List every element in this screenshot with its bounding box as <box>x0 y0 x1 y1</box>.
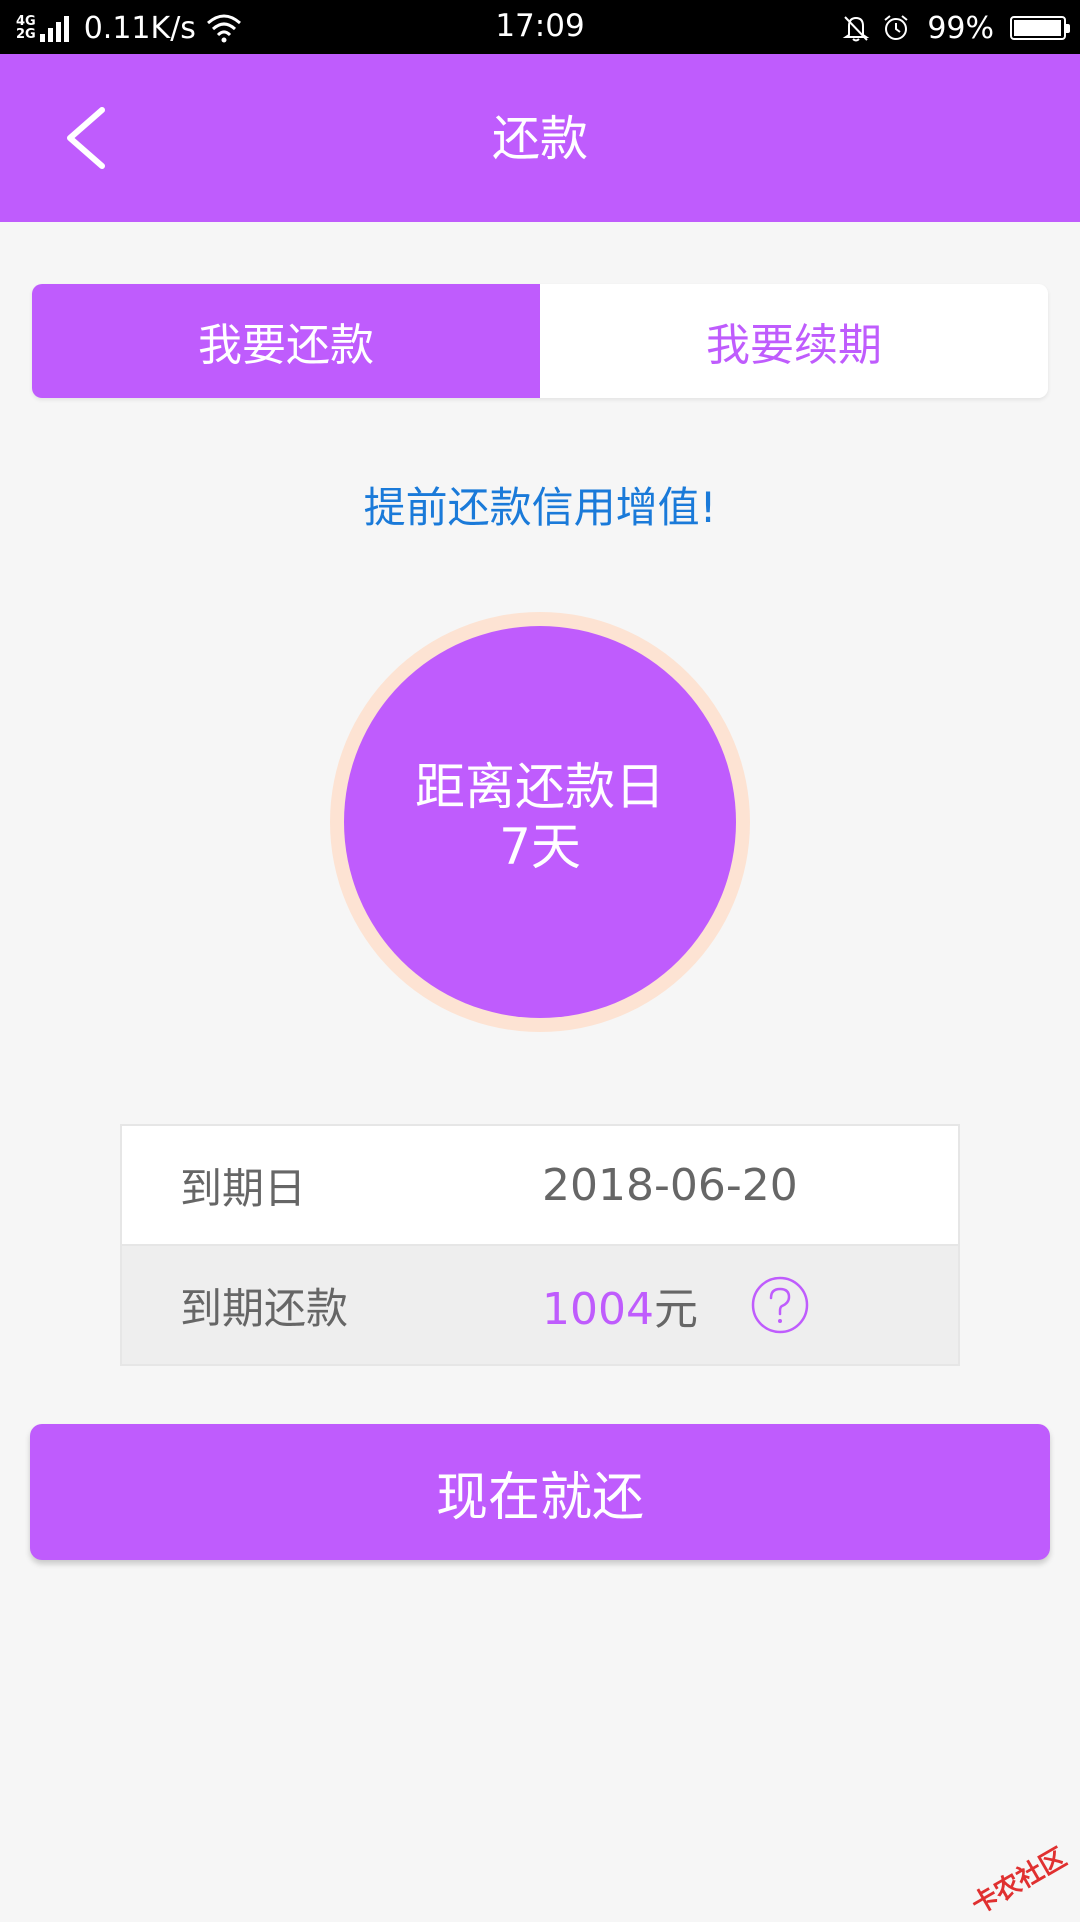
battery-icon <box>1010 16 1070 40</box>
due-date-row: 到期日 2018-06-20 <box>122 1126 958 1244</box>
page-title: 还款 <box>491 111 588 167</box>
battery-fill <box>1014 20 1062 36</box>
app-header: 还款 <box>0 54 1080 222</box>
countdown-circle: 距离还款日 7天 <box>330 612 750 1032</box>
amount-number: 1004 <box>542 1284 654 1335</box>
tab-repay[interactable]: 我要还款 <box>32 284 540 398</box>
amount-row: 到期还款 1004元 <box>122 1244 958 1364</box>
countdown-label: 距离还款日 <box>415 758 665 816</box>
battery-percent: 99% <box>927 10 994 46</box>
segment-tabs: 我要还款 我要续期 <box>32 284 1048 398</box>
amount-label: 到期还款 <box>180 1283 349 1333</box>
countdown-days: 7天 <box>499 818 581 876</box>
due-date-value: 2018-06-20 <box>542 1159 798 1211</box>
alarm-icon <box>884 15 908 40</box>
pay-now-button[interactable]: 现在就还 <box>30 1424 1050 1560</box>
status-right: 99% <box>841 8 1070 48</box>
repayment-details: 到期日 2018-06-20 到期还款 1004元 <box>120 1124 960 1366</box>
due-date-label: 到期日 <box>180 1163 307 1213</box>
mute-bell-icon <box>843 16 870 42</box>
status-bar: 4G 2G 0.11K/s 17:09 99% <box>0 0 1080 54</box>
amount-value: 1004元 <box>542 1273 698 1337</box>
amount-unit: 元 <box>653 1284 698 1335</box>
countdown-inner: 距离还款日 7天 <box>344 626 736 1018</box>
question-circle-icon[interactable] <box>750 1275 810 1335</box>
tab-extend[interactable]: 我要续期 <box>540 284 1048 398</box>
watermark: 卡农社区 <box>966 1842 1072 1921</box>
promo-text: 提前还款信用增值! <box>363 483 717 532</box>
